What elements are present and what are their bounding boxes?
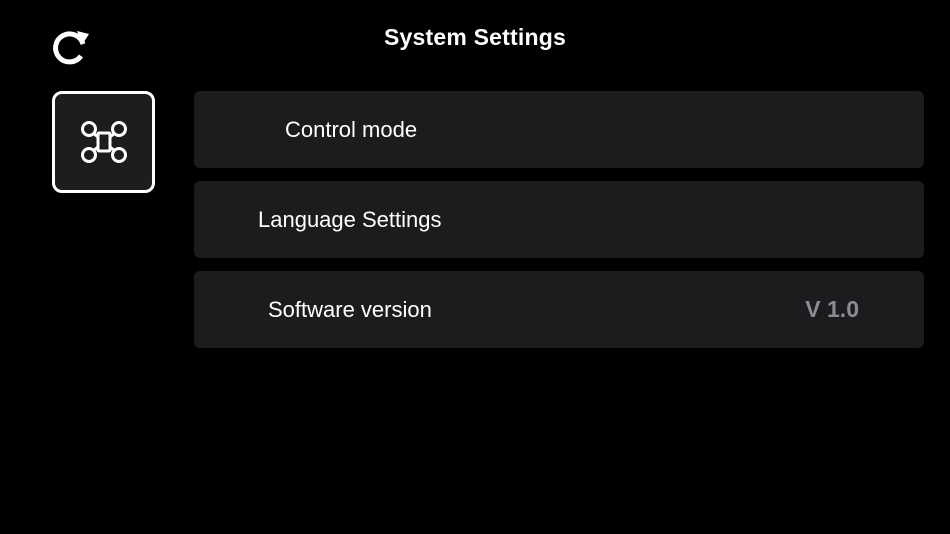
control-mode-row[interactable]: Control mode — [194, 91, 924, 168]
software-version-value: V 1.0 — [805, 296, 859, 322]
drone-settings-tab[interactable] — [52, 91, 155, 193]
drone-icon — [80, 121, 127, 163]
software-version-row: Software version V 1.0 — [194, 271, 924, 348]
page-title: System Settings — [384, 24, 566, 50]
control-mode-label: Control mode — [285, 117, 418, 142]
software-version-label: Software version — [268, 297, 432, 322]
language-settings-label: Language Settings — [258, 207, 442, 232]
language-settings-row[interactable]: Language Settings — [194, 181, 924, 258]
